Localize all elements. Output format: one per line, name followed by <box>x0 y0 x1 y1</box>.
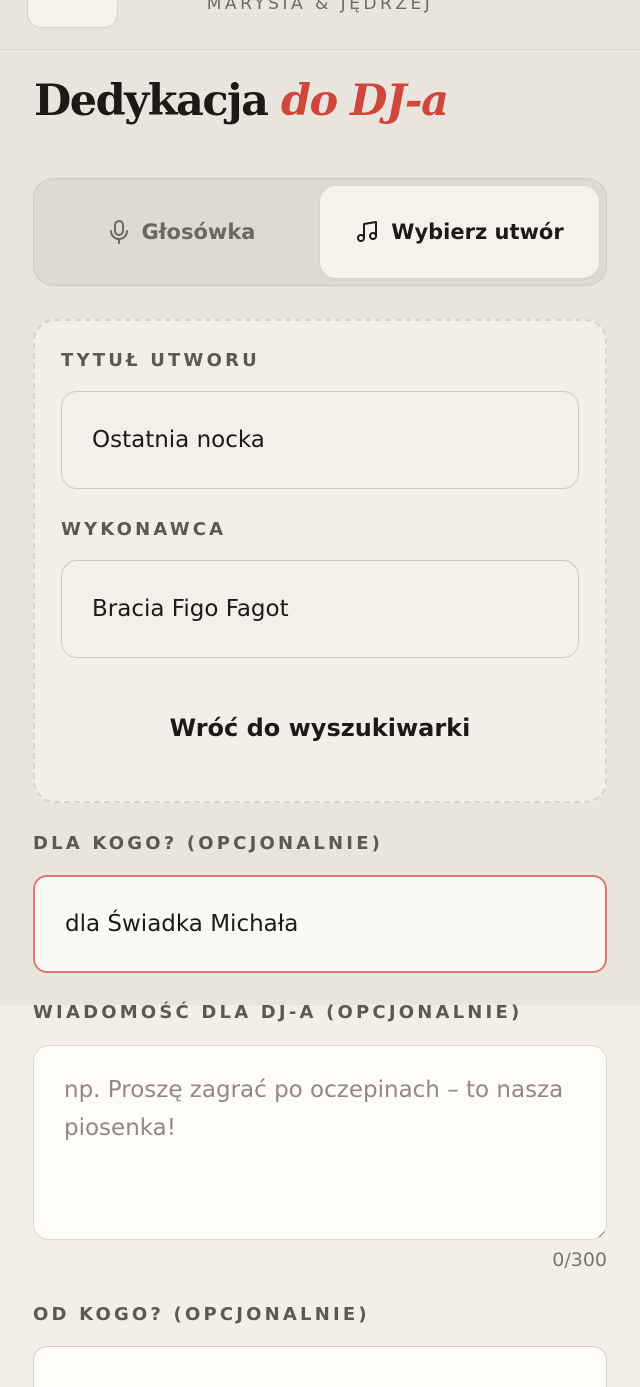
artist-label: WYKONAWCA <box>61 519 227 540</box>
song-mode-label: Wybierz utwór <box>391 220 564 244</box>
message-placeholder: np. Proszę zagrać po oczepinach – to nas… <box>64 1077 564 1141</box>
resize-handle[interactable] <box>593 1226 605 1238</box>
title-accent: do DJ-a <box>280 76 449 126</box>
from-whom-label: OD KOGO? (OPCJONALNIE) <box>33 1304 370 1325</box>
message-label: WIADOMOŚĆ DLA DJ-A (OPCJONALNIE) <box>33 1002 523 1023</box>
mode-switch: Głosówka Wybierz utwór <box>33 178 607 286</box>
top-header: MARYSIA & JĘDRZEJ <box>0 0 640 50</box>
song-title-field[interactable]: Ostatnia nocka <box>61 391 579 489</box>
for-whom-label: DLA KOGO? (OPCJONALNIE) <box>33 833 384 854</box>
character-counter: 0/300 <box>552 1249 607 1271</box>
selected-song-card: TYTUŁ UTWORU Ostatnia nocka WYKONAWCA Br… <box>33 319 607 803</box>
song-mode-button[interactable]: Wybierz utwór <box>320 186 599 278</box>
microphone-icon <box>108 219 130 245</box>
back-to-search-button[interactable]: Wróć do wyszukiwarki <box>35 714 605 742</box>
for-whom-input[interactable]: dla Świadka Michała <box>33 875 607 973</box>
voice-mode-label: Głosówka <box>141 220 256 244</box>
couple-names: MARYSIA & JĘDRZEJ <box>206 0 434 14</box>
from-whom-input[interactable] <box>33 1346 607 1387</box>
voice-mode-button[interactable]: Głosówka <box>42 186 321 278</box>
message-textarea[interactable]: np. Proszę zagrać po oczepinach – to nas… <box>33 1045 607 1240</box>
song-title-label: TYTUŁ UTWORU <box>61 350 260 371</box>
title-main: Dedykacja <box>34 76 269 126</box>
page-title: Dedykacja do DJ-a <box>34 76 449 126</box>
artist-field[interactable]: Bracia Figo Fagot <box>61 560 579 658</box>
music-note-icon <box>355 220 379 244</box>
